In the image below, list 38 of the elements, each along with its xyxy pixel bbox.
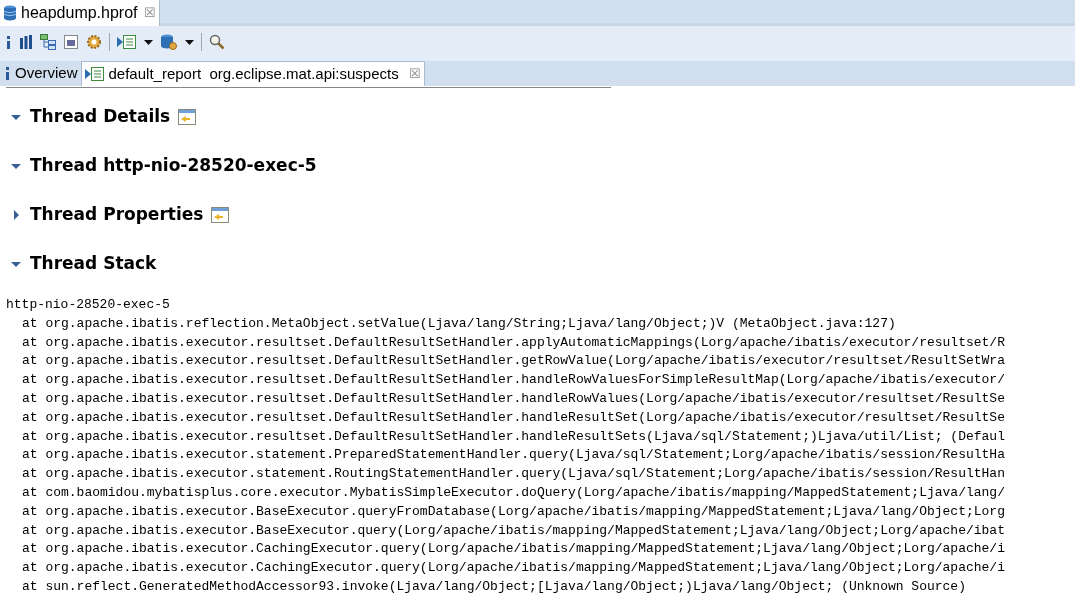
search-icon[interactable] — [209, 34, 225, 50]
section-heading: Thread Properties — [30, 203, 204, 227]
report-tab[interactable]: default_report org.eclipse.mat.api:suspects ☒ — [80, 61, 425, 86]
editor-tab-title: heapdump.hprof — [21, 3, 138, 23]
stack-frame: at org.apache.ibatis.executor.resultset.DefaultResultSetHandler.handleRowValues(Lorg/apache/ibatis/executor/resultset/ResultSe — [6, 390, 1005, 409]
stack-frame: at org.apache.ibatis.reflection.MetaObject.setValue(Ljava/lang/String;Ljava/lang/Object;)V (MetaObject.java:127) — [6, 314, 896, 334]
dropdown-caret-icon[interactable] — [144, 39, 153, 45]
stack-frame: at org.apache.ibatis.executor.CachingExecutor.query(Lorg/apache/ibatis/mapping/MappedStatement;Ljava/lang/Object;Lorg/apache/i — [6, 559, 1005, 578]
stack-frame: at org.apache.ibatis.executor.resultset.DefaultResultSetHandler.handleResultSets(Ljava/sql/Statement;)Ljava/util/List; (Defaul — [6, 427, 1005, 447]
section-heading: Thread Details — [30, 105, 171, 129]
stack-frame: at sun.reflect.GeneratedMethodAccessor93.invoke(Ljava/lang/Object;[Ljava/lang/Object;)Ljava/lang/Object; (Unknown Source) — [6, 577, 966, 597]
report-icon — [117, 34, 137, 50]
heap-dump-icon — [3, 5, 17, 21]
info-icon[interactable] — [4, 35, 12, 49]
close-icon[interactable]: ☒ — [408, 64, 421, 84]
section-heading: Thread http-nio-28520-exec-5 — [30, 154, 317, 178]
stack-frame: at org.apache.ibatis.executor.BaseExecutor.queryFromDatabase(Lorg/apache/ibatis/mapping/MappedStatement;Ljava/lang/Object;Lorg — [6, 502, 1005, 522]
gear-icon[interactable] — [86, 34, 102, 50]
stack-frame: at org.apache.ibatis.executor.resultset.DefaultResultSetHandler.applyAutomaticMappings(Lorg/apache/ibatis/executor/resultset/R — [6, 333, 1005, 353]
details-window-icon[interactable] — [211, 207, 230, 223]
tree-icon[interactable] — [40, 34, 56, 50]
section-heading: Thread Stack — [30, 252, 157, 276]
editor-tab[interactable]: heapdump.hprof ☒ — [0, 0, 160, 26]
stack-frame: at org.apache.ibatis.executor.statement.RoutingStatementHandler.query(Ljava/sql/Statement;Lorg/apache/ibatis/session/ResultHan — [6, 465, 1005, 484]
thread-name: http-nio-28520-exec-5 — [6, 296, 170, 314]
stack-frame: at org.apache.ibatis.executor.BaseExecutor.query(Lorg/apache/ibatis/mapping/MappedStatement;Ljava/lang/Object;Lorg/apache/ibat — [6, 521, 1005, 541]
close-icon[interactable]: ☒ — [143, 3, 156, 23]
stack-frame: at org.apache.ibatis.executor.statement.PreparedStatementHandler.query(Ljava/sql/Statement;Lorg/apache/ibatis/session/ResultHa — [6, 446, 1005, 466]
details-window-icon[interactable] — [178, 109, 197, 125]
stack-frame: at org.apache.ibatis.executor.CachingExecutor.query(Lorg/apache/ibatis/mapping/MappedStatement;Ljava/lang/Object;Lorg/apache/i — [6, 540, 1005, 560]
stack-frame: at com.baomidou.mybatisplus.core.executor.MybatisSimpleExecutor.doQuery(Lorg/apache/ibatis/mapping/MappedStatement;Ljava/lang/ — [6, 483, 1005, 503]
dropdown-caret-icon[interactable] — [185, 39, 194, 45]
stack-frame: at org.apache.ibatis.executor.resultset.DefaultResultSetHandler.handleResultSet(Lorg/apache/ibatis/executor/resultset/ResultSe — [6, 408, 1005, 428]
info-icon — [3, 67, 11, 80]
histogram-icon[interactable] — [19, 35, 33, 49]
report-icon — [84, 66, 105, 82]
stack-frame: at org.apache.ibatis.executor.resultset.DefaultResultSetHandler.handleRowValuesForSimpleResultMap(Lorg/apache/ibatis/executor/ — [6, 371, 1005, 390]
stack-frame: at org.apache.ibatis.executor.resultset.DefaultResultSetHandler.getRowValue(Lorg/apache/ibatis/executor/resultset/ResultSetWra — [6, 352, 1005, 372]
